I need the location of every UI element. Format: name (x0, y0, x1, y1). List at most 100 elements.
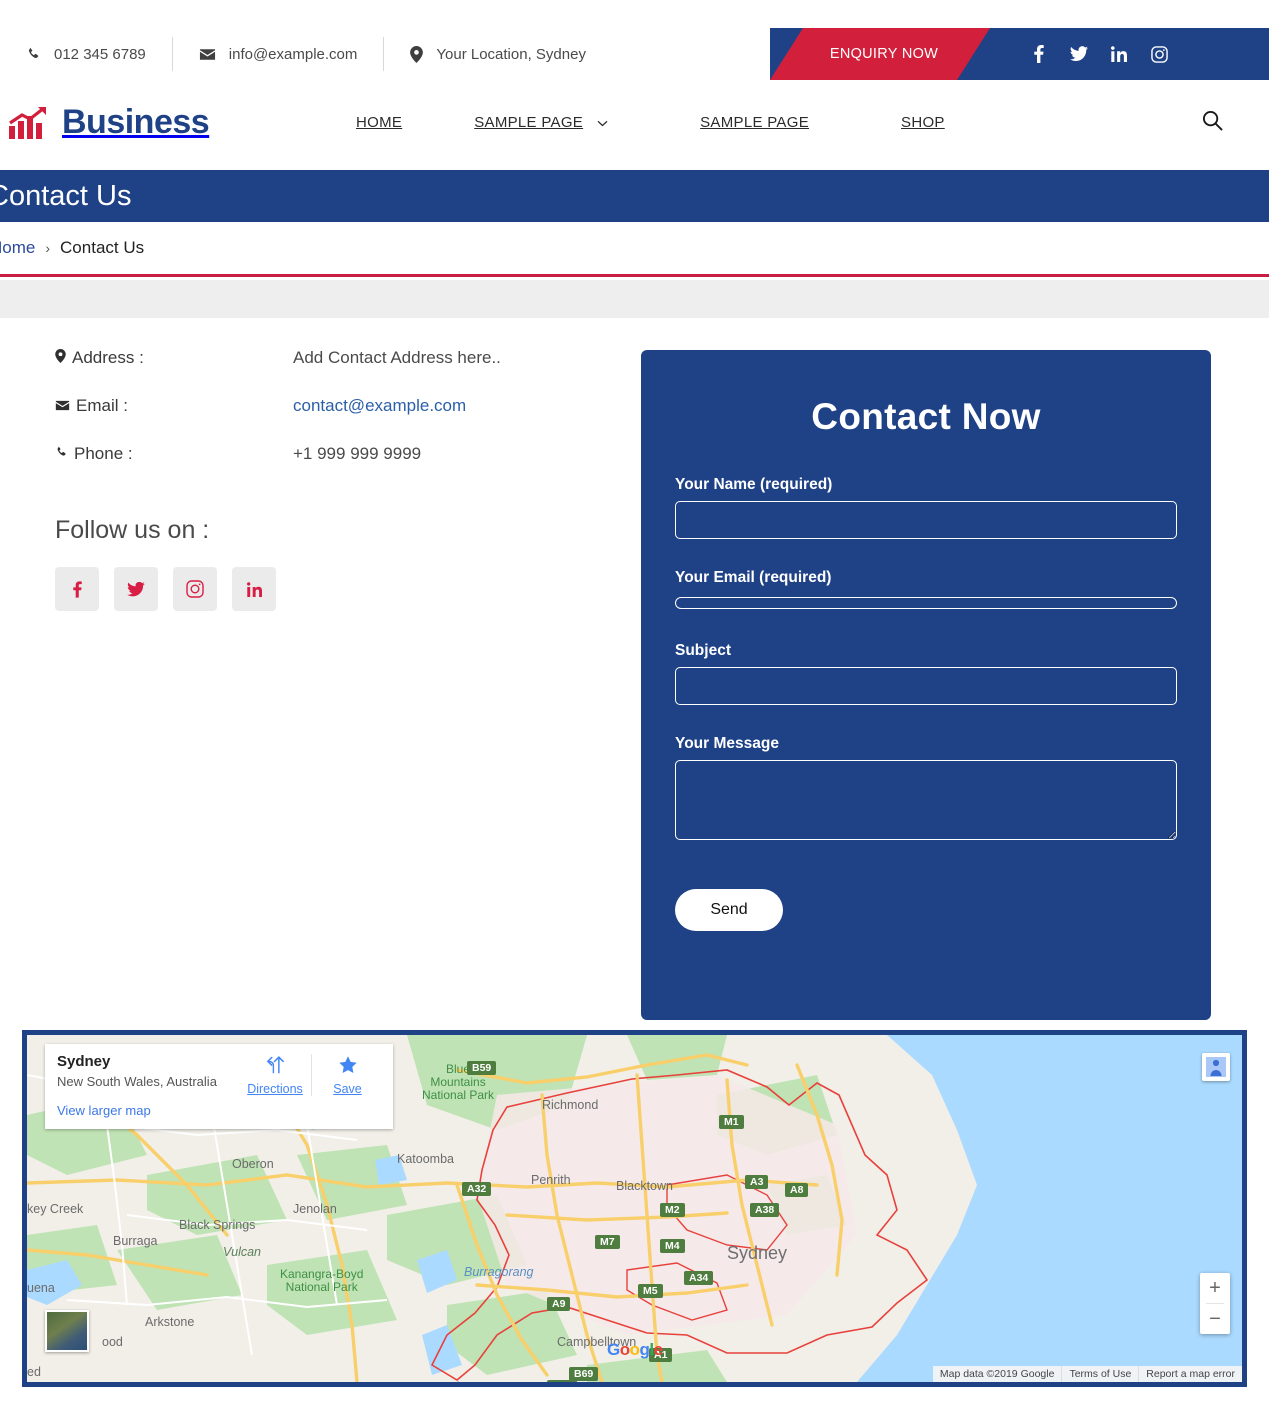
nav-item-home[interactable]: HOME (330, 80, 428, 165)
envelope-icon (55, 396, 70, 416)
terms-of-use-link[interactable]: Terms of Use (1061, 1366, 1138, 1382)
site-logo-text: Business (62, 103, 210, 141)
top-email[interactable]: info@example.com (171, 37, 384, 71)
nav-item-sample-page-1[interactable]: SAMPLE PAGE (428, 80, 654, 165)
top-phone[interactable]: 012 345 6789 (0, 37, 172, 71)
top-phone-text: 012 345 6789 (54, 45, 146, 63)
linkedin-icon[interactable] (232, 567, 276, 611)
your-email-input[interactable] (675, 596, 1177, 609)
breadcrumb-separator-icon: › (45, 240, 51, 256)
section-spacer (0, 280, 1269, 318)
contact-info-email-label: Email : (76, 396, 128, 415)
page-title: Contact Us (0, 179, 132, 212)
top-location-text: Your Location, Sydney (436, 45, 586, 63)
contact-info-row-email: Email : contact@example.com (55, 396, 615, 416)
nav-item-shop[interactable]: SHOP (855, 80, 991, 165)
map-road-shield: A3 (745, 1175, 769, 1189)
map-label: ood (102, 1335, 123, 1349)
contact-info-email-link[interactable]: contact@example.com (293, 396, 466, 415)
facebook-icon[interactable] (55, 567, 99, 611)
map-label: key Creek (27, 1202, 84, 1216)
street-view-pegman-icon[interactable] (1202, 1053, 1230, 1081)
your-message-textarea[interactable] (675, 760, 1177, 840)
contact-info-phone-label: Phone : (74, 444, 133, 463)
contact-info-email-label-wrap: Email : (55, 396, 293, 416)
field-group-name: Your Name (required) (675, 476, 1177, 539)
phone-icon (26, 47, 41, 62)
send-button[interactable]: Send (675, 889, 783, 931)
your-name-input[interactable] (675, 501, 1177, 539)
map-satellite-toggle[interactable] (45, 1310, 89, 1352)
map-road-shield: M4 (660, 1239, 685, 1253)
site-logo[interactable]: Business (8, 80, 210, 165)
contact-info-phone-value: +1 999 999 9999 (293, 444, 422, 463)
save-label: Save (333, 1082, 362, 1096)
save-button[interactable]: Save (311, 1054, 383, 1096)
pegman-glyph (1206, 1057, 1226, 1077)
contact-form: Contact Now Your Name (required) Your Em… (641, 350, 1211, 1020)
nav-item-sample-page-2[interactable]: SAMPLE PAGE (654, 80, 855, 165)
map-label: Nettai (427, 1380, 460, 1387)
map-road-shield: A38 (750, 1203, 780, 1217)
directions-icon (264, 1054, 286, 1079)
page-title-bar: Contact Us (0, 170, 1269, 222)
map-label: Burraga (113, 1234, 158, 1248)
search-toggle-button[interactable] (1202, 80, 1223, 165)
subject-label: Subject (675, 642, 731, 659)
instagram-icon[interactable] (173, 567, 217, 611)
contact-info-row-phone: Phone : +1 999 999 9999 (55, 444, 615, 464)
directions-button[interactable]: Directions (239, 1054, 311, 1096)
twitter-icon[interactable] (114, 567, 158, 611)
nav-item-home-label: HOME (356, 114, 403, 131)
map-attribution: Map data ©2019 Google Terms of Use Repor… (932, 1366, 1242, 1382)
map-road-shield: A9 (547, 1297, 571, 1311)
chevron-down-icon (597, 114, 608, 131)
nav-item-shop-label: SHOP (901, 114, 945, 131)
search-icon (1202, 110, 1223, 136)
map-info-card: Sydney New South Wales, Australia View l… (45, 1044, 393, 1129)
map-label: Katoomba (397, 1152, 454, 1166)
map-road-shield: B69 (569, 1367, 599, 1381)
map-park-label: Kanangra-Boyd National Park (280, 1267, 364, 1295)
your-email-label: Your Email (required) (675, 569, 832, 586)
map-zoom-out-button[interactable]: − (1200, 1304, 1230, 1334)
field-group-email: Your Email (required) (675, 569, 1177, 612)
map-road-shield: M7 (595, 1235, 620, 1249)
subject-input[interactable] (675, 667, 1177, 705)
field-group-message: Your Message (675, 735, 1177, 845)
map-label: Arkstone (145, 1315, 195, 1329)
breadcrumb-current: Contact Us (60, 238, 145, 257)
google-watermark: Google (607, 1340, 663, 1359)
breadcrumb: Home › Contact Us (0, 222, 144, 274)
linkedin-icon[interactable] (1110, 45, 1128, 63)
map-label: ed (27, 1365, 41, 1379)
star-icon (337, 1054, 359, 1079)
contact-info-row-address: Address : Add Contact Address here.. (55, 348, 615, 368)
phone-icon (55, 444, 68, 464)
map-zoom-in-button[interactable]: + (1200, 1273, 1230, 1303)
breadcrumb-home-link[interactable]: Home (0, 238, 35, 258)
map-label: Richmond (542, 1098, 599, 1112)
contact-info-panel: Address : Add Contact Address here.. Ema… (55, 348, 615, 611)
twitter-icon[interactable] (1070, 45, 1088, 63)
contact-info-email-value-wrap: contact@example.com (293, 396, 466, 416)
map-label: uena (27, 1281, 55, 1295)
contact-info-address-value: Add Contact Address here.. (293, 348, 501, 367)
enquiry-now-banner[interactable]: ENQUIRY NOW (770, 28, 990, 80)
facebook-icon[interactable] (1030, 45, 1048, 63)
map-road-shield: A32 (462, 1182, 492, 1196)
instagram-icon[interactable] (1150, 45, 1168, 63)
top-email-text: info@example.com (228, 45, 358, 63)
view-larger-map-link[interactable]: View larger map (57, 1103, 381, 1118)
google-map-embed[interactable]: Lithgow Richmond Katoomba Oberon Penrith… (22, 1030, 1247, 1387)
nav-menu: HOME SAMPLE PAGE SAMPLE PAGE SHOP (330, 80, 991, 165)
chart-arrow-logo-icon (9, 106, 46, 139)
nav-item-sample-page-1-label: SAMPLE PAGE (474, 114, 584, 131)
map-pin-icon (55, 348, 66, 368)
top-location[interactable]: Your Location, Sydney (383, 37, 612, 71)
contact-info-address-label: Address : (72, 348, 144, 367)
map-label: Burragorang (464, 1265, 534, 1279)
report-map-error-link[interactable]: Report a map error (1138, 1366, 1242, 1382)
contact-info-address-label-wrap: Address : (55, 348, 293, 368)
map-road-shield: A8 (785, 1183, 809, 1197)
